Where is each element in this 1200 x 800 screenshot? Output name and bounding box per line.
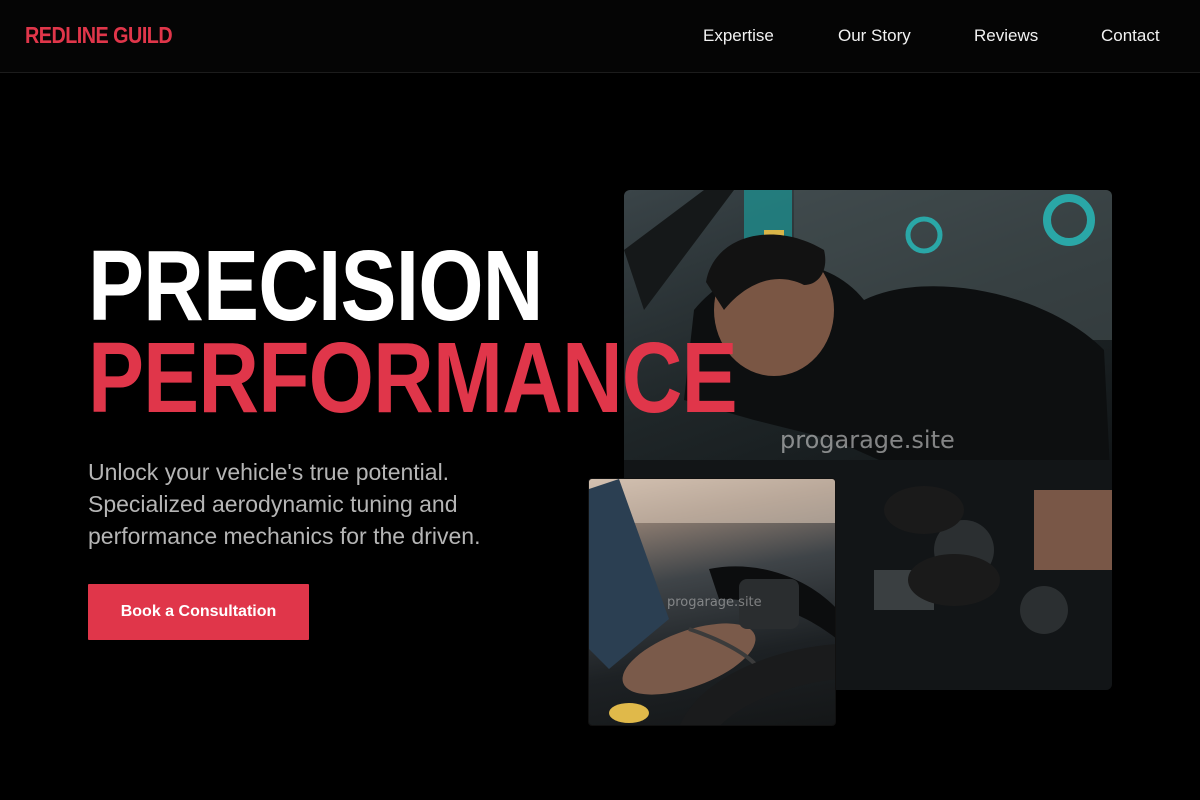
- book-consultation-button[interactable]: Book a Consultation: [88, 584, 309, 640]
- headline-line-precision: PRECISION: [88, 230, 543, 342]
- main-photo-watermark: progarage.site: [780, 426, 955, 454]
- hero-headline: PRECISION PERFORMANCE: [88, 230, 738, 434]
- hero-photo-engine-closeup: progarage.site: [588, 478, 836, 726]
- nav-link-our-story[interactable]: Our Story: [838, 26, 911, 46]
- headline-line-performance: PERFORMANCE: [88, 322, 738, 434]
- small-photo-watermark: progarage.site: [667, 595, 762, 610]
- hero-subtitle: Unlock your vehicle's true potential. Sp…: [88, 459, 481, 549]
- top-navbar: REDLINE GUILD Expertise Our Story Review…: [0, 0, 1200, 73]
- nav-link-contact[interactable]: Contact: [1101, 26, 1160, 46]
- nav-link-reviews[interactable]: Reviews: [974, 26, 1038, 46]
- nav-link-expertise[interactable]: Expertise: [703, 26, 774, 46]
- nav-links: Expertise Our Story Reviews Contact: [0, 26, 1200, 50]
